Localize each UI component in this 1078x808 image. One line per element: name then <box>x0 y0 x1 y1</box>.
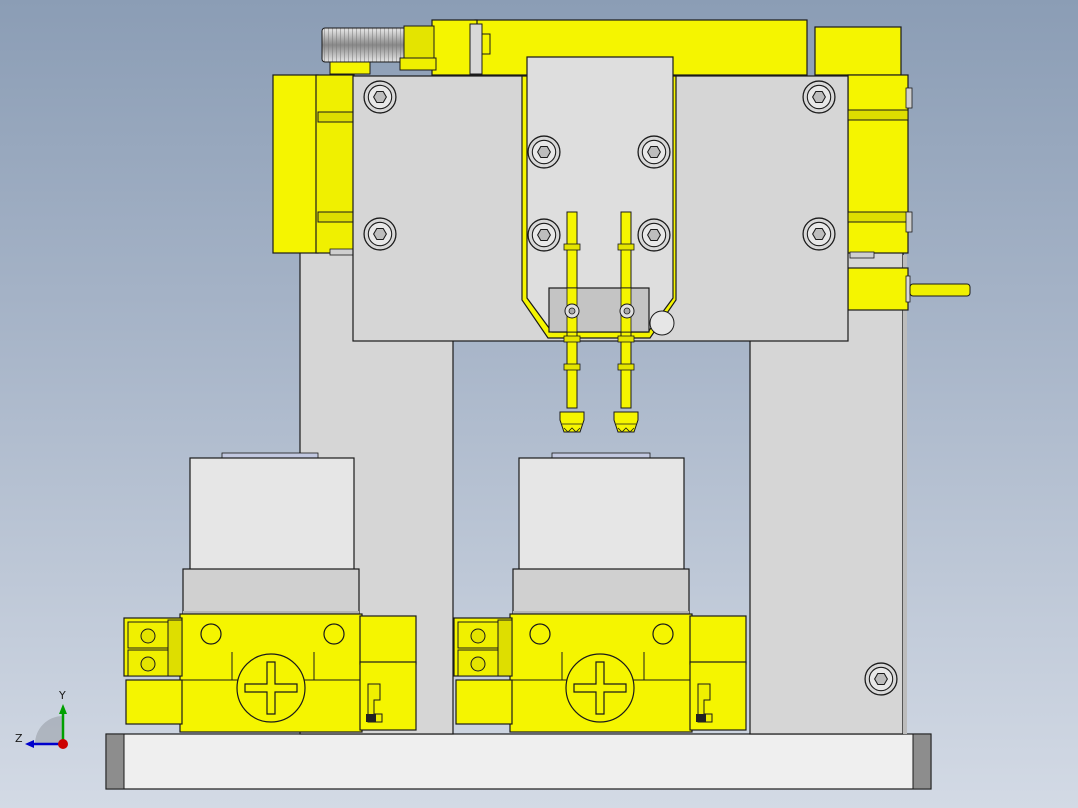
slide-screw-icon <box>637 135 671 169</box>
left-side-cylinder[interactable] <box>272 74 355 256</box>
side-pin[interactable] <box>847 267 971 311</box>
plate-screw-icon <box>802 80 836 114</box>
fixture-assembly-model[interactable] <box>0 0 1078 808</box>
base-plate[interactable] <box>105 733 932 790</box>
right-motor-unit[interactable] <box>512 452 690 615</box>
slide-screw-icon <box>527 135 561 169</box>
triad-z-label: Z <box>15 732 23 745</box>
triad-y-label: Y <box>59 689 66 702</box>
plate-screw-icon <box>363 217 397 251</box>
threaded-rod[interactable] <box>321 25 437 75</box>
slide-screw-icon <box>527 218 561 252</box>
plate-screw-icon <box>363 80 397 114</box>
slide-screw-icon <box>637 218 671 252</box>
column-screw-icon <box>864 662 898 696</box>
right-side-cylinder[interactable] <box>847 74 913 259</box>
left-clamp-block[interactable] <box>123 613 417 733</box>
left-motor-unit[interactable] <box>182 452 360 615</box>
right-clamp-block[interactable] <box>453 613 747 733</box>
cad-viewport[interactable]: Y Z <box>0 0 1078 808</box>
plate-screw-icon <box>802 217 836 251</box>
coordinate-triad-icon <box>25 704 68 749</box>
pin-clamp-bar[interactable] <box>548 287 650 333</box>
